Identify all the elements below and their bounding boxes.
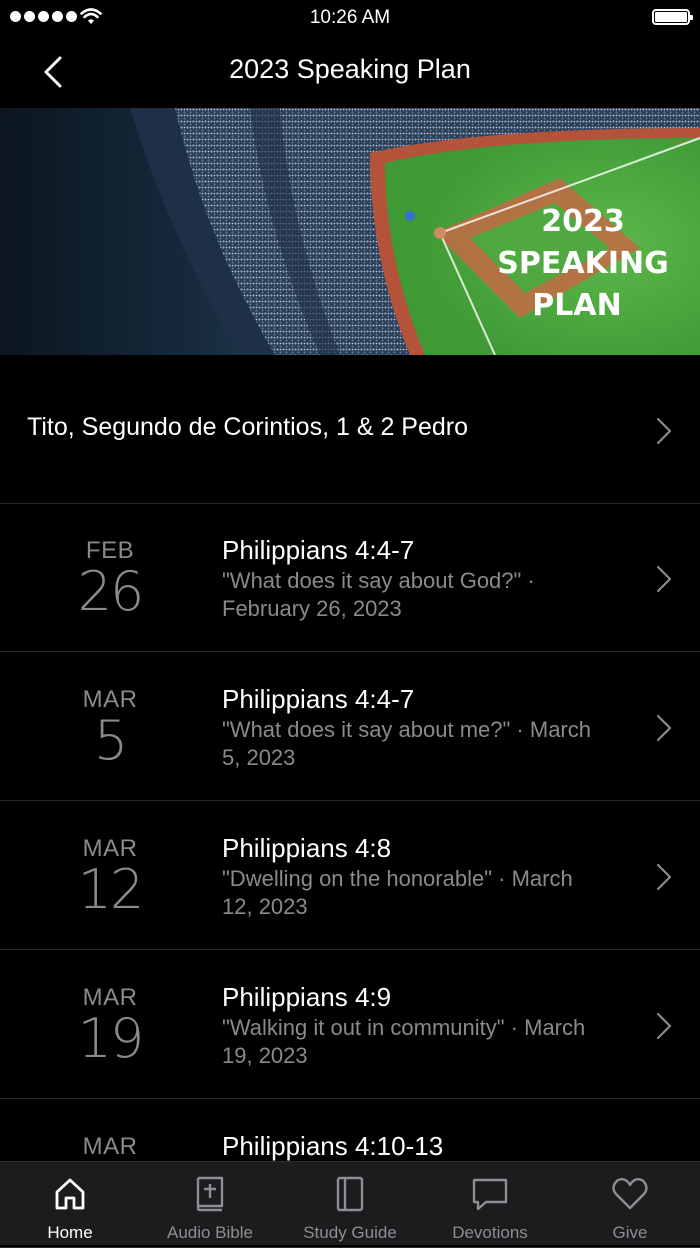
session-day: 19 — [77, 1007, 145, 1070]
page-title: 2023 Speaking Plan — [229, 54, 471, 84]
navigation-bar: 2023 Speaking Plan — [0, 36, 700, 108]
session-subtitle: "What does it say about me?" · March 5, 2… — [222, 716, 642, 772]
session-row[interactable]: MAR 19 Philippians 4:9 "Walking it out in c… — [0, 950, 700, 1099]
session-title: Philippians 4:10-13 — [222, 1131, 444, 1161]
session-subtitle: "What does it say about God?" · February … — [222, 567, 642, 623]
session-subtitle: "Walking it out in community" · March 19,… — [222, 1014, 642, 1070]
book-icon — [336, 1176, 364, 1212]
session-subtitle-line-2: 19, 2023 — [222, 1043, 308, 1068]
heart-icon — [612, 1178, 648, 1210]
tab-label: Devotions — [452, 1223, 528, 1242]
chevron-right-icon — [656, 863, 672, 891]
session-day: 5 — [93, 709, 128, 772]
session-title: Philippians 4:4-7 — [222, 535, 415, 565]
plan-series-title: Tito, Segundo de Corintios, 1 & 2 Pedro — [27, 413, 469, 441]
status-time: 10:26 AM — [309, 7, 391, 28]
tab-study-guide[interactable]: Study Guide — [280, 1162, 420, 1245]
chevron-right-icon — [656, 417, 672, 445]
session-title: Philippians 4:4-7 — [222, 684, 415, 714]
banner-line-3: PLAN — [532, 288, 621, 323]
session-row[interactable]: MAR 5 Philippians 4:4-7 "What does it say a… — [0, 652, 700, 801]
chevron-right-icon — [656, 1012, 672, 1040]
session-subtitle-line-1: "Walking it out in community" · March — [222, 1015, 586, 1040]
session-subtitle-line-1: "What does it say about me?" · March — [222, 717, 591, 742]
session-month: MAR — [82, 1133, 138, 1160]
session-row[interactable]: FEB 26 Philippians 4:4-7 "What does it say … — [0, 503, 700, 652]
banner-line-1: 2023 — [541, 204, 625, 239]
tab-label: Home — [47, 1223, 93, 1242]
home-icon — [55, 1178, 85, 1210]
tab-devotions[interactable]: Devotions — [420, 1162, 560, 1245]
battery-icon — [652, 9, 693, 25]
session-title: Philippians 4:8 — [222, 833, 392, 863]
tab-label: Give — [612, 1223, 648, 1242]
bible-icon — [196, 1176, 224, 1212]
session-subtitle: "Dwelling on the honorable" · March 12, 2… — [222, 865, 642, 921]
chevron-right-icon — [656, 565, 672, 593]
chevron-right-icon — [656, 714, 672, 742]
session-day: 26 — [77, 560, 145, 623]
hero-banner-image: 2023 SPEAKING PLAN — [0, 108, 700, 355]
tab-label: Audio Bible — [166, 1223, 253, 1242]
session-row[interactable]: MAR 12 Philippians 4:8 "Dwelling on the hon… — [0, 801, 700, 950]
tab-label: Study Guide — [303, 1223, 397, 1242]
session-subtitle-line-2: February 26, 2023 — [222, 596, 402, 621]
tab-audio-bible[interactable]: Audio Bible — [140, 1162, 280, 1245]
session-title: Philippians 4:9 — [222, 982, 392, 1012]
chat-bubble-icon — [472, 1178, 508, 1211]
session-day: 12 — [77, 858, 145, 921]
session-subtitle-line-2: 12, 2023 — [222, 894, 308, 919]
status-bar: 10:26 AM — [0, 0, 700, 36]
session-subtitle-line-1: "What does it say about God?" · — [222, 568, 535, 593]
tab-give[interactable]: Give — [560, 1162, 700, 1245]
tab-bar: Home Audio Bible Study Guide Devotions G… — [0, 1161, 700, 1245]
banner-line-2: SPEAKING — [497, 246, 668, 281]
session-subtitle-line-1: "Dwelling on the honorable" · March — [222, 866, 573, 891]
plan-series-row[interactable]: Tito, Segundo de Corintios, 1 & 2 Pedro — [0, 355, 700, 504]
session-subtitle-line-2: 5, 2023 — [222, 745, 296, 770]
tab-home[interactable]: Home — [0, 1162, 140, 1245]
